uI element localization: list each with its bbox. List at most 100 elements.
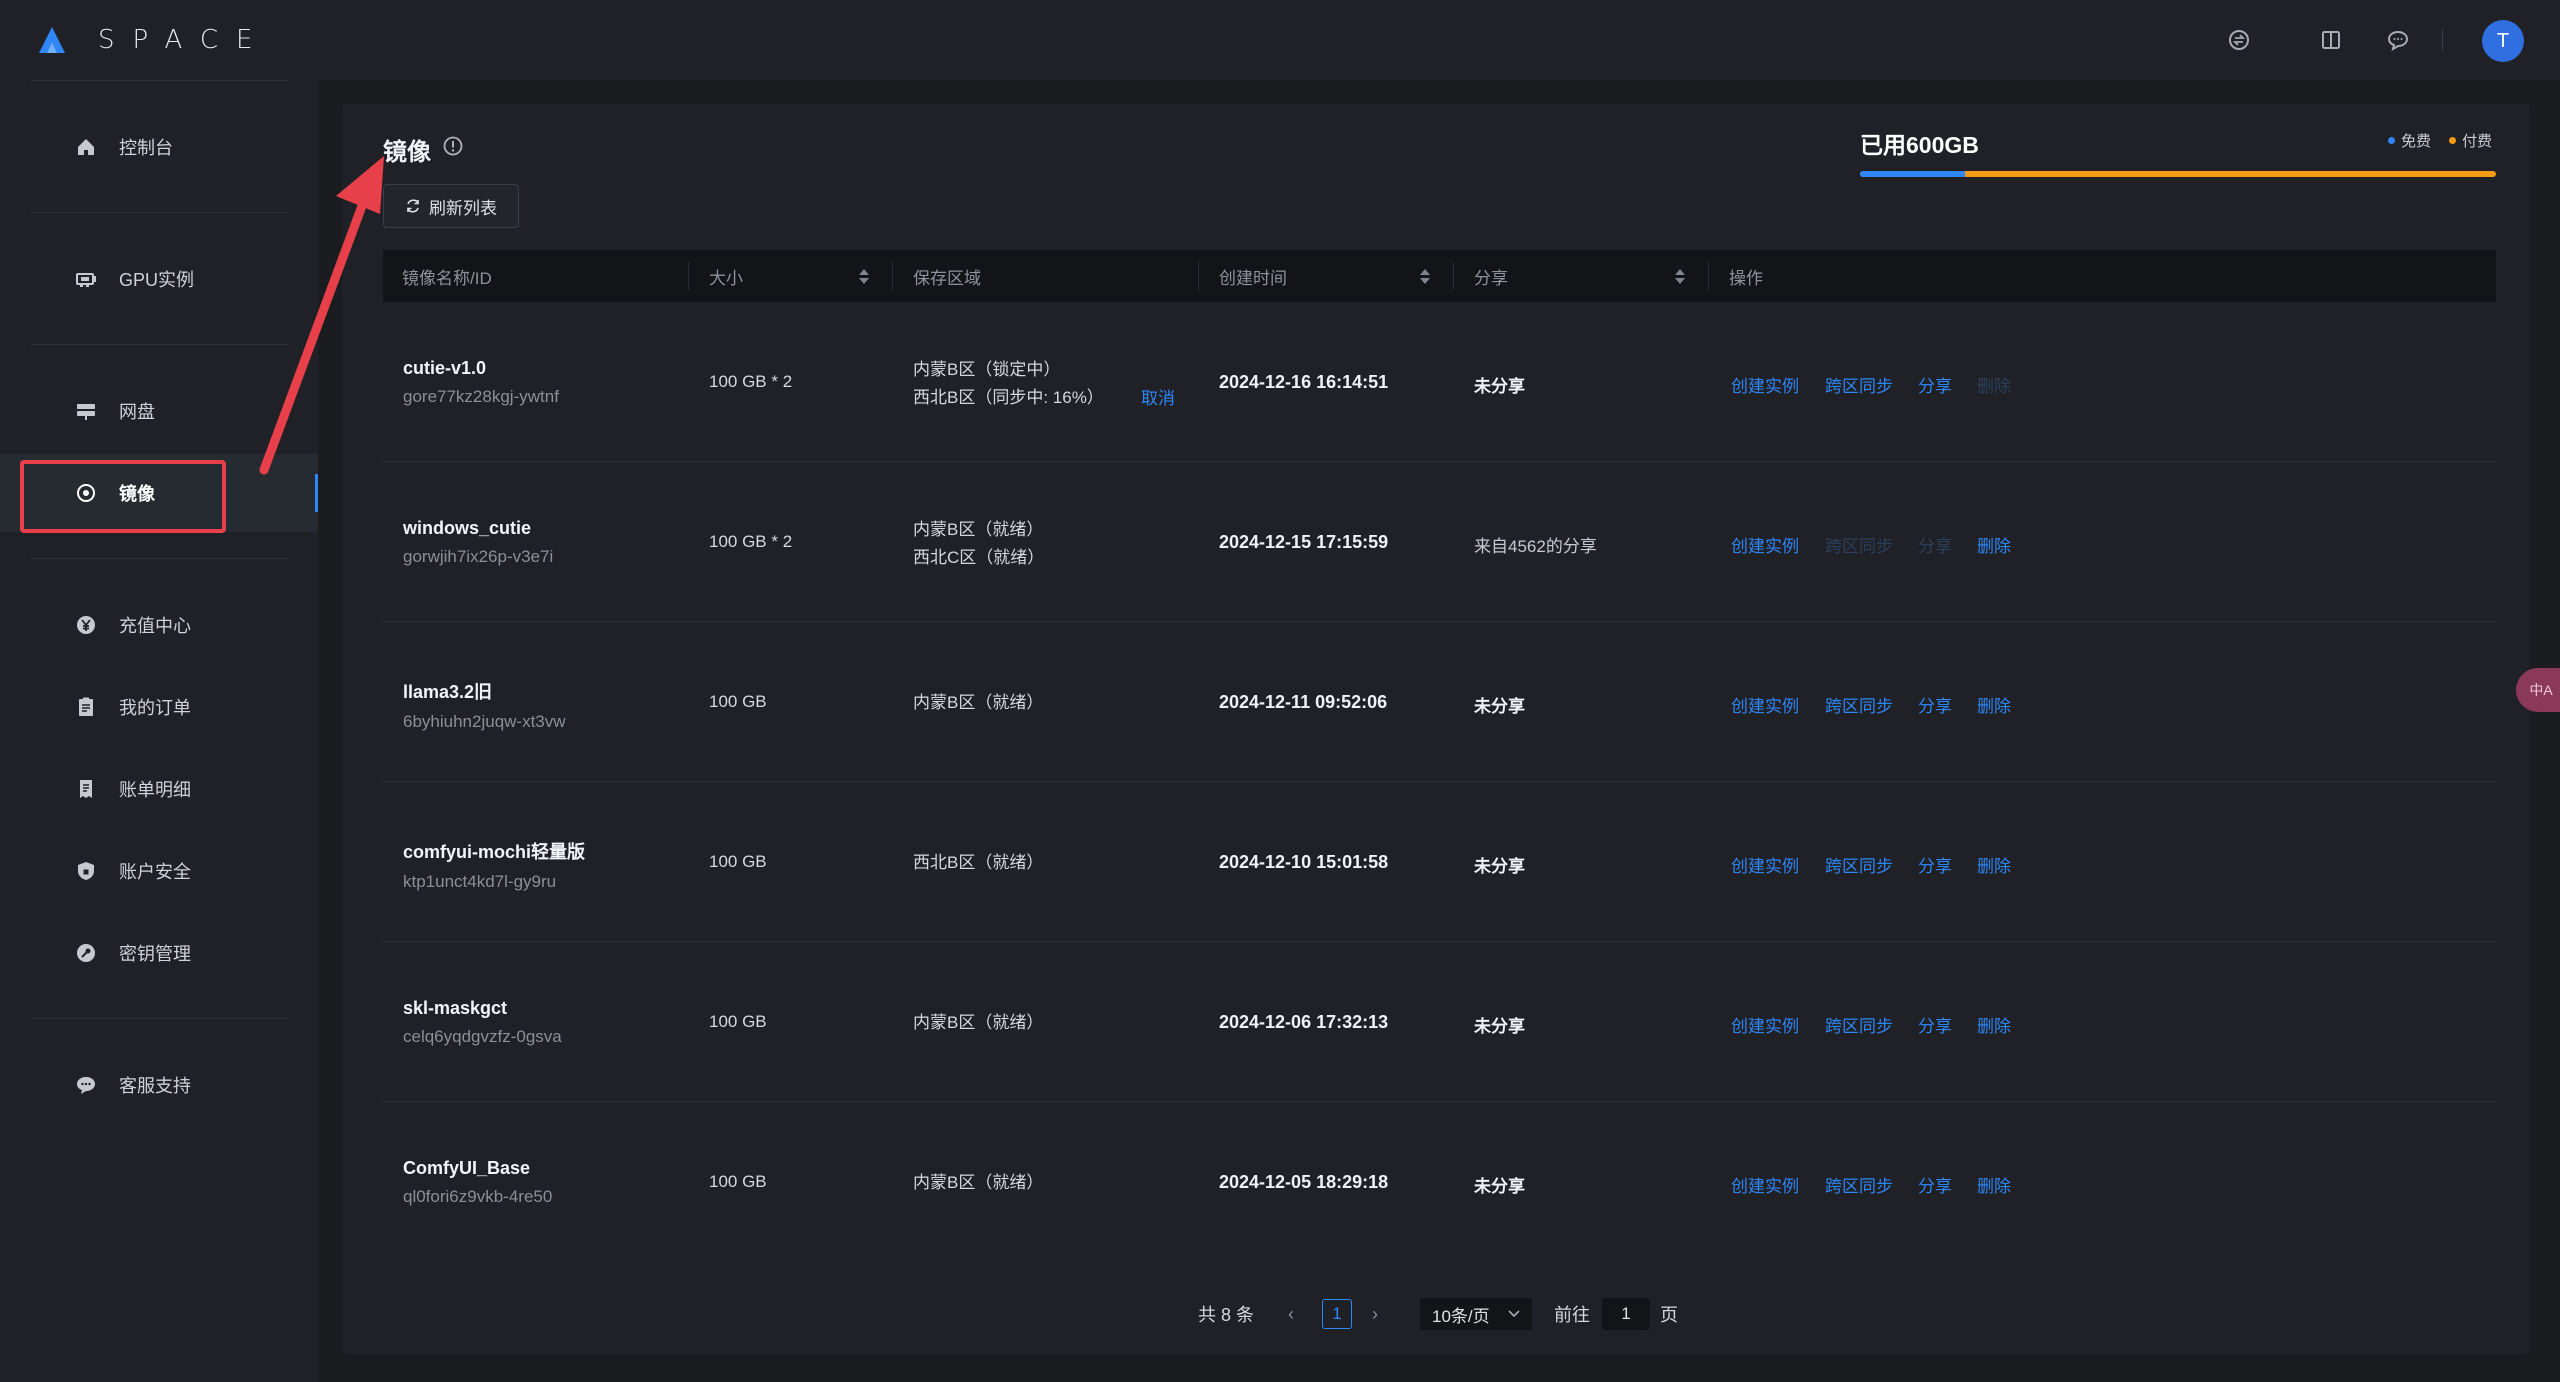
created-time: 2024-12-16 16:14:51	[1219, 372, 1389, 392]
col-header-size-label: 大小	[709, 268, 743, 288]
refresh-list-button[interactable]: 刷新列表	[383, 184, 519, 228]
create-instance-link[interactable]: 创建实例	[1731, 852, 1799, 877]
cross-region-sync-link: 跨区同步	[1825, 537, 1893, 556]
image-name: cutie-v1.0	[403, 358, 487, 378]
storage-usage-bar	[1860, 171, 2496, 177]
col-header-region: 保存区域	[913, 268, 981, 288]
next-page-icon[interactable]: ›	[1372, 1296, 1378, 1332]
share-link[interactable]: 分享	[1918, 1012, 1952, 1037]
user-avatar[interactable]: T	[2482, 20, 2524, 62]
sidebar-item-label: 充值中心	[119, 616, 191, 636]
nav-divider	[30, 212, 288, 213]
table-row: ComfyUI_Base ql0fori6z9vkb-4re50 100 GB …	[383, 1102, 2496, 1262]
created-time: 2024-12-06 17:32:13	[1219, 1012, 1389, 1032]
region-status: 内蒙B区（锁定中）	[913, 360, 1061, 379]
col-header-actions: 操作	[1729, 268, 1763, 288]
create-instance-link[interactable]: 创建实例	[1731, 372, 1799, 397]
share-status: 未分享	[1474, 377, 1525, 396]
image-id: gorwjih7ix26p-v3e7i	[403, 547, 554, 566]
col-header-share[interactable]: 分享	[1474, 250, 1508, 302]
col-separator	[1453, 262, 1454, 290]
region-cell: 内蒙B区（就绪）	[913, 689, 1043, 717]
image-size: 100 GB	[709, 852, 767, 871]
sidebar-item-label: GPU实例	[119, 270, 195, 290]
create-instance-link[interactable]: 创建实例	[1731, 1012, 1799, 1037]
sort-size-icon[interactable]	[858, 250, 870, 302]
page-size-value: 10条/页	[1432, 1306, 1490, 1326]
delete-link[interactable]: 删除	[1977, 1172, 2011, 1197]
image-name-cell: windows_cutie gorwjih7ix26p-v3e7i	[403, 518, 553, 567]
cross-region-sync-link[interactable]: 跨区同步	[1825, 1012, 1893, 1037]
cross-region-sync-link[interactable]: 跨区同步	[1825, 372, 1893, 397]
sidebar: SPACE 控制台 GPU实例 网盘 镜像 充值中心 我的订单 账单明细 账户安…	[0, 0, 318, 1382]
image-disc-icon	[74, 481, 98, 505]
col-header-size[interactable]: 大小	[709, 250, 743, 302]
image-name: windows_cutie	[403, 518, 532, 538]
page-number-current[interactable]: 1	[1322, 1299, 1352, 1329]
region-cell: 内蒙B区（就绪） 西北C区（就绪）	[913, 516, 1044, 572]
sidebar-item-gpu[interactable]: GPU实例	[0, 240, 318, 318]
goto-page-input[interactable]	[1602, 1298, 1650, 1330]
sidebar-item-label: 客服支持	[119, 1076, 191, 1096]
sort-share-icon[interactable]	[1674, 250, 1686, 302]
share-status: 未分享	[1474, 697, 1525, 716]
info-icon[interactable]	[442, 135, 466, 159]
message-icon[interactable]	[2384, 26, 2412, 54]
region-status: 内蒙B区（就绪）	[913, 1013, 1044, 1032]
share-link[interactable]: 分享	[1918, 692, 1952, 717]
share-link[interactable]: 分享	[1918, 372, 1952, 397]
usage-legend: 免费 付费	[2388, 130, 2492, 151]
page-size-select[interactable]: 10条/页	[1420, 1298, 1532, 1330]
sidebar-item-keys[interactable]: 密钥管理	[0, 914, 318, 992]
share-status: 来自4562的分享	[1474, 537, 1597, 556]
sidebar-item-label: 网盘	[119, 402, 155, 422]
share-link[interactable]: 分享	[1918, 852, 1952, 877]
sidebar-item-disk[interactable]: 网盘	[0, 372, 318, 450]
sidebar-item-bills[interactable]: 账单明细	[0, 750, 318, 828]
table-header: 镜像名称/ID 大小 保存区域 创建时间 分享 操作	[383, 250, 2496, 302]
share-status: 未分享	[1474, 1177, 1525, 1196]
delete-link[interactable]: 删除	[1977, 532, 2011, 557]
gpu-icon	[74, 267, 98, 291]
brand-name: SPACE	[98, 25, 271, 55]
sidebar-item-label: 账单明细	[119, 780, 191, 800]
cross-region-sync-link[interactable]: 跨区同步	[1825, 1172, 1893, 1197]
delete-link[interactable]: 删除	[1977, 692, 2011, 717]
chevron-down-icon	[1508, 1310, 1520, 1318]
topbar-divider	[2442, 29, 2443, 51]
brand-logo[interactable]: SPACE	[36, 24, 270, 56]
exchange-icon[interactable]	[2225, 26, 2253, 54]
translate-float-button[interactable]: 中A	[2516, 668, 2560, 712]
cross-region-sync-link[interactable]: 跨区同步	[1825, 852, 1893, 877]
image-id: ql0fori6z9vkb-4re50	[403, 1187, 553, 1206]
delete-link[interactable]: 删除	[1977, 1012, 2011, 1037]
created-time: 2024-12-10 15:01:58	[1219, 852, 1389, 872]
sidebar-item-recharge[interactable]: 充值中心	[0, 586, 318, 664]
create-instance-link[interactable]: 创建实例	[1731, 1172, 1799, 1197]
sidebar-item-security[interactable]: 账户安全	[0, 832, 318, 910]
col-header-created[interactable]: 创建时间	[1219, 250, 1287, 302]
image-name: comfyui-mochi轻量版	[403, 842, 586, 862]
prev-page-icon[interactable]: ‹	[1288, 1296, 1294, 1332]
table-row: llama3.2旧 6byhiuhn2juqw-xt3vw 100 GB 内蒙B…	[383, 622, 2496, 782]
sidebar-item-orders[interactable]: 我的订单	[0, 668, 318, 746]
translate-icon: 中A	[2529, 682, 2553, 698]
cross-region-sync-link[interactable]: 跨区同步	[1825, 692, 1893, 717]
sidebar-item-support[interactable]: 客服支持	[0, 1046, 318, 1124]
region-cell: 内蒙B区（锁定中） 西北B区（同步中: 16%）	[913, 356, 1104, 412]
sidebar-item-console[interactable]: 控制台	[0, 108, 318, 186]
sort-created-icon[interactable]	[1419, 250, 1431, 302]
image-name-cell: comfyui-mochi轻量版 ktp1unct4kd7l-gy9ru	[403, 838, 585, 892]
sidebar-item-image[interactable]: 镜像	[0, 454, 318, 532]
delete-link[interactable]: 删除	[1977, 852, 2011, 877]
share-link: 分享	[1918, 537, 1952, 556]
shield-icon	[74, 859, 98, 883]
cancel-sync-link[interactable]: 取消	[1141, 384, 1175, 409]
create-instance-link[interactable]: 创建实例	[1731, 532, 1799, 557]
create-instance-link[interactable]: 创建实例	[1731, 692, 1799, 717]
table-row: cutie-v1.0 gore77kz28kgj-ywtnf 100 GB * …	[383, 302, 2496, 462]
share-link[interactable]: 分享	[1918, 1172, 1952, 1197]
goto-wrapper	[1602, 1296, 1650, 1332]
book-icon[interactable]	[2317, 26, 2345, 54]
image-size: 100 GB	[709, 692, 767, 711]
